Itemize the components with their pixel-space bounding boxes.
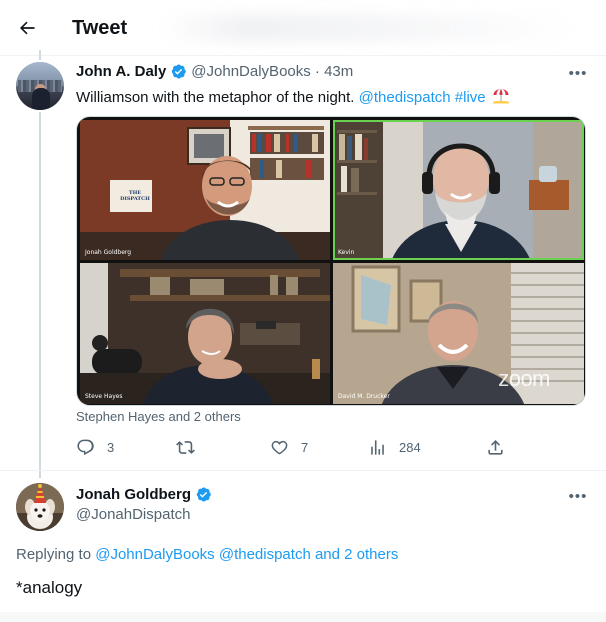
- view-count: 284: [399, 440, 421, 455]
- like-button[interactable]: 7: [270, 438, 308, 457]
- video-tile: Steve Hayes: [80, 263, 330, 404]
- video-tile-active-speaker: Kevin: [333, 120, 584, 260]
- thread-line-top: [39, 50, 41, 60]
- tweet-divider: [0, 470, 606, 471]
- replying-to-prefix: Replying to: [16, 546, 96, 563]
- participant-name-label: David M. Drucker: [338, 393, 390, 400]
- share-button[interactable]: [486, 438, 517, 457]
- views-button[interactable]: 284: [368, 438, 421, 457]
- tweet-text-body: Williamson with the metaphor of the nigh…: [76, 89, 359, 106]
- tweet-header: John A. Daly @JohnDalyBooks · 43m: [76, 63, 353, 80]
- reply-text: *analogy: [16, 578, 83, 597]
- author-handle[interactable]: @JonahDispatch: [76, 506, 190, 523]
- participant-name-label: Jonah Goldberg: [85, 249, 132, 256]
- avatar[interactable]: [16, 62, 64, 110]
- separator-dot: ·: [310, 63, 325, 80]
- video-tile: zoom David M. Drucker: [333, 263, 584, 404]
- arrow-left-icon: [20, 21, 35, 35]
- verified-badge-icon[interactable]: [170, 63, 187, 80]
- author-name[interactable]: John A. Daly: [76, 63, 166, 80]
- tagged-people-link[interactable]: Stephen Hayes and 2 others: [76, 409, 241, 424]
- like-count: 7: [301, 440, 309, 455]
- analytics-icon: [371, 440, 384, 455]
- author-name[interactable]: Jonah Goldberg: [76, 486, 191, 503]
- tweet-text: Williamson with the metaphor of the nigh…: [76, 87, 510, 108]
- reply-icon: [77, 439, 94, 456]
- page-title: Tweet: [72, 16, 128, 39]
- hashtag-link[interactable]: #live: [455, 89, 486, 106]
- participant-video: [333, 120, 584, 260]
- avatar[interactable]: [16, 483, 64, 531]
- participant-video: [80, 263, 330, 404]
- replying-to-links[interactable]: @JohnDalyBooks @thedispatch and 2 others: [95, 546, 398, 563]
- reply-author-header: Jonah Goldberg: [76, 486, 216, 503]
- replying-to: Replying to @JohnDalyBooks @thedispatch …: [16, 546, 398, 563]
- top-header: Tweet: [0, 0, 606, 56]
- heart-icon: [271, 440, 288, 455]
- header-blurred-overlay: [160, 14, 580, 42]
- tweet-time[interactable]: 43m: [324, 63, 353, 80]
- more-options-button[interactable]: •••: [565, 63, 591, 83]
- header-divider: [0, 55, 606, 56]
- verified-badge-icon[interactable]: [195, 486, 212, 503]
- retweet-icon: [176, 441, 195, 454]
- thread-line: [39, 112, 41, 478]
- participant-name-label: Steve Hayes: [85, 393, 123, 400]
- author-handle[interactable]: @JohnDalyBooks: [191, 63, 310, 80]
- bottom-divider: [0, 612, 606, 622]
- reply-button[interactable]: 3: [76, 438, 114, 457]
- participant-name-label: Kevin: [338, 249, 355, 256]
- tweet-action-bar: 3 7 284: [76, 438, 506, 460]
- beach-umbrella-icon: [492, 89, 509, 104]
- tweet-media-video-grid[interactable]: THE DISPATCH Jonah Goldberg Kevin Steve …: [76, 116, 586, 406]
- back-button[interactable]: [0, 0, 54, 56]
- mention-link[interactable]: @thedispatch: [359, 89, 451, 106]
- dispatch-brand-logo: THE DISPATCH: [120, 190, 150, 202]
- video-tile: THE DISPATCH Jonah Goldberg: [80, 120, 330, 260]
- share-icon: [488, 440, 503, 455]
- retweet-button[interactable]: [176, 438, 207, 457]
- zoom-watermark: zoom: [498, 366, 550, 391]
- more-options-button[interactable]: •••: [565, 486, 591, 506]
- reply-count: 3: [107, 440, 115, 455]
- dog-party-hat-avatar: [16, 483, 64, 531]
